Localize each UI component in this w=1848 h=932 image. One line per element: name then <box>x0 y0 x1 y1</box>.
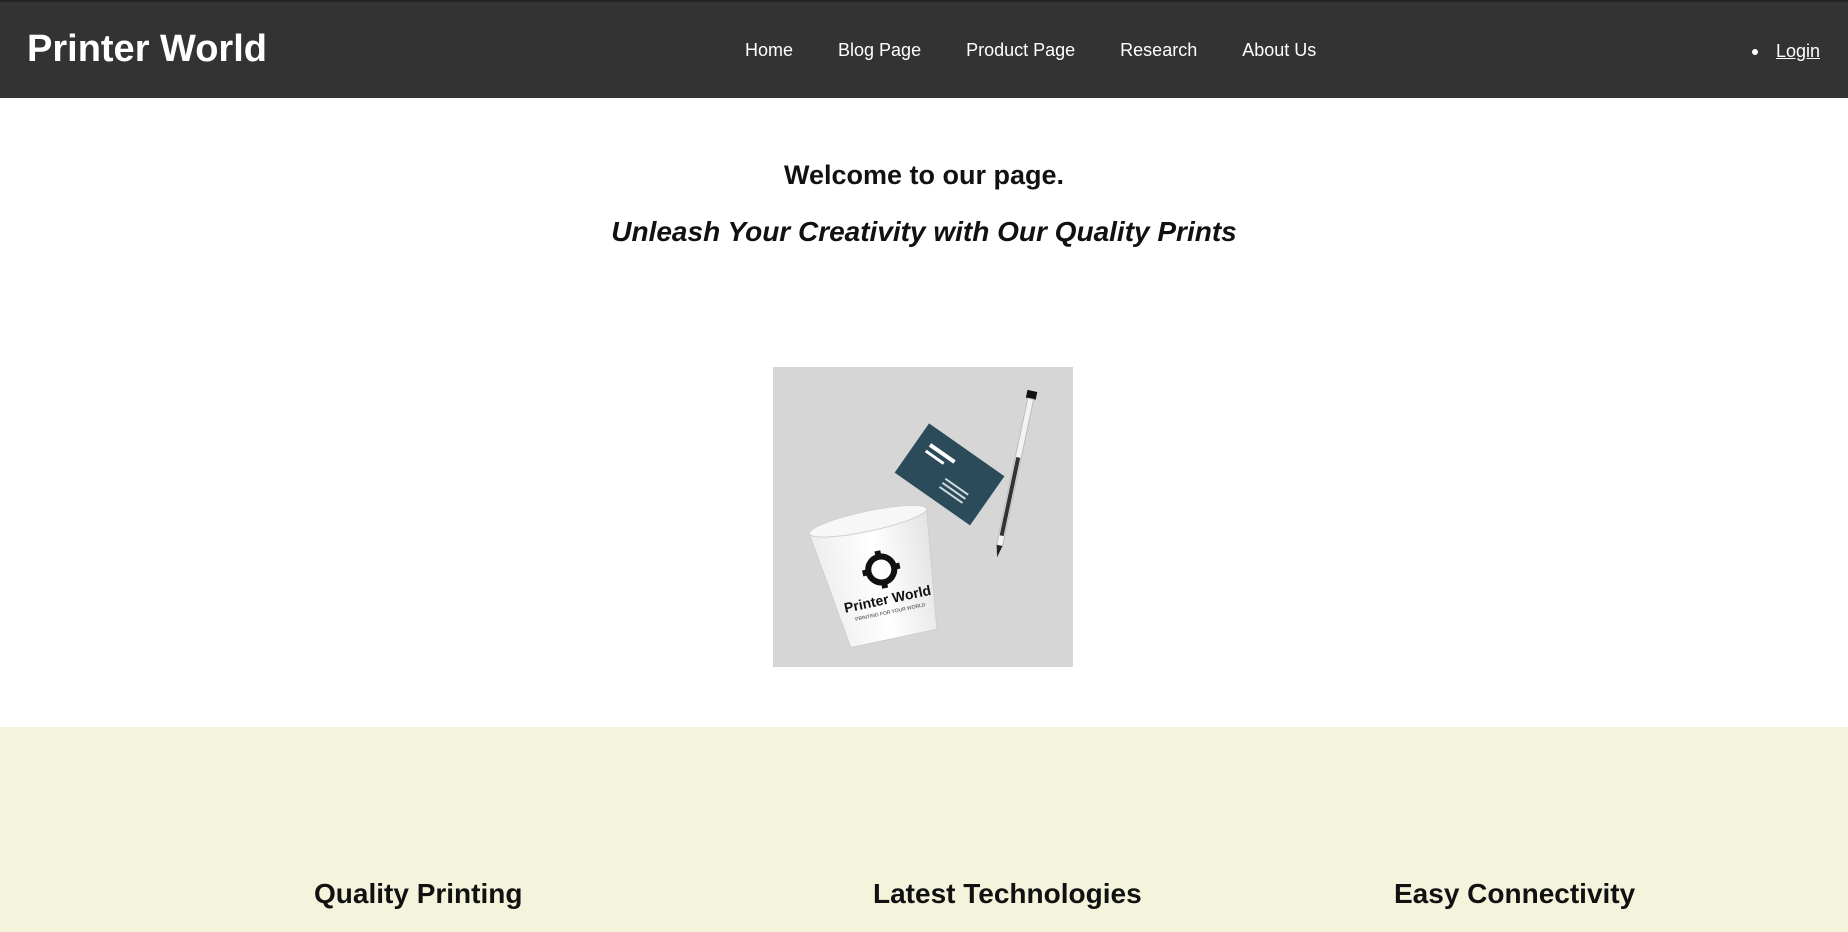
nav-blog-link[interactable]: Blog Page <box>838 40 921 61</box>
feature-title-quality: Quality Printing <box>314 878 523 909</box>
feature-title-technologies: Latest Technologies <box>873 878 1142 909</box>
product-mockup-illustration: Printer World PRINTING FOR YOUR WORLD <box>773 367 1073 667</box>
main-nav: Home Blog Page Product Page Research Abo… <box>745 40 1361 61</box>
nav-research-link[interactable]: Research <box>1120 40 1197 61</box>
brand-logo-text[interactable]: Printer World <box>27 30 267 68</box>
nav-about-link[interactable]: About Us <box>1242 40 1316 61</box>
nav-home-link[interactable]: Home <box>745 40 793 61</box>
features-section: Quality Printing Latest Technologies Eas… <box>0 727 1848 932</box>
bullet-icon <box>1751 48 1758 55</box>
feature-title-connectivity: Easy Connectivity <box>1394 878 1636 909</box>
login-area: Login <box>1751 41 1820 62</box>
top-navbar: Printer World Home Blog Page Product Pag… <box>0 0 1848 98</box>
hero-title: Welcome to our page. <box>783 160 1065 190</box>
nav-product-link[interactable]: Product Page <box>966 40 1075 61</box>
login-link[interactable]: Login <box>1776 41 1820 62</box>
hero-subtitle: Unleash Your Creativity with Our Quality… <box>611 216 1237 247</box>
hero-product-image: Printer World PRINTING FOR YOUR WORLD <box>773 367 1073 667</box>
